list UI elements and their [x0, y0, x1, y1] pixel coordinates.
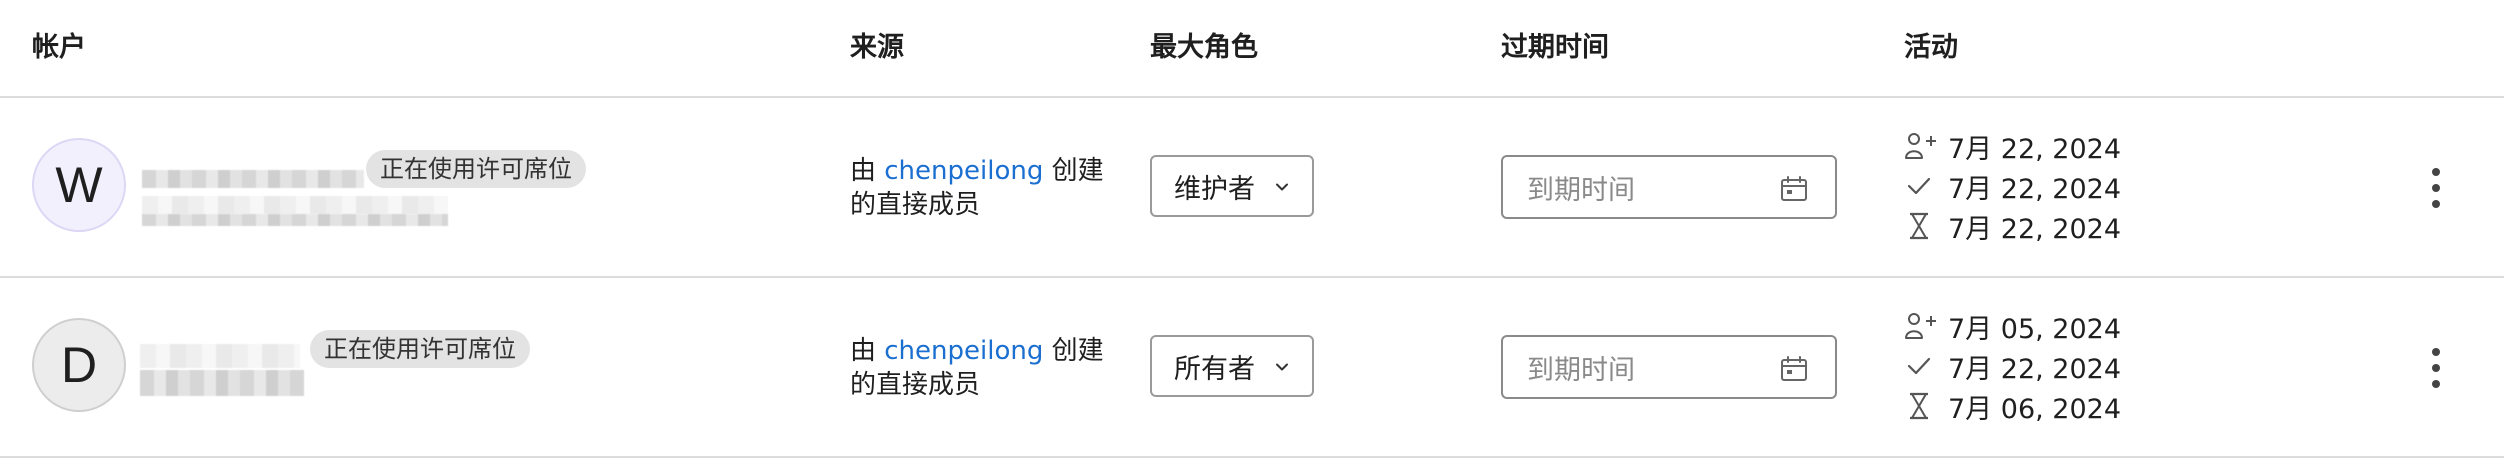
role-dropdown[interactable]: 所有者: [1150, 335, 1314, 397]
calendar-icon[interactable]: [1779, 354, 1809, 384]
license-seat-badge: 正在使用许可席位: [310, 330, 530, 368]
table-header: 帐户 来源 最大角色 过期时间 活动: [0, 0, 2504, 98]
activity-approved: 7月 22, 2024: [1904, 346, 2204, 386]
expiration-date-input[interactable]: 到期时间: [1501, 155, 1837, 219]
activity-list: 7月 22, 2024 7月 22, 2024 7月 22, 2024: [1904, 126, 2204, 246]
check-icon: [1907, 357, 1931, 375]
avatar[interactable]: W: [32, 138, 126, 232]
hourglass-icon: [1910, 392, 1928, 420]
source-text: 由 chenpeilong 创建的直接成员: [850, 154, 1110, 222]
activity-list: 7月 05, 2024 7月 22, 2024 7月 06, 2024: [1904, 306, 2204, 426]
more-vertical-icon: [2432, 168, 2440, 176]
redacted-email-underline: [142, 214, 448, 226]
expiration-date-input[interactable]: 到期时间: [1501, 335, 1837, 399]
redacted-email: [142, 196, 448, 214]
row-actions-button[interactable]: [2418, 162, 2454, 214]
license-seat-badge: 正在使用许可席位: [366, 150, 586, 188]
row-actions-button[interactable]: [2418, 342, 2454, 394]
header-account: 帐户: [32, 32, 86, 63]
activity-last-date: 7月 06, 2024: [1948, 393, 2121, 425]
source-prefix: 由: [850, 336, 885, 366]
activity-added: 7月 22, 2024: [1904, 126, 2204, 166]
members-table: 帐户 来源 最大角色 过期时间 活动 W 正在使用许可席位 由 chenpeil…: [0, 0, 2504, 458]
header-source: 来源: [850, 32, 904, 63]
role-value: 所有者: [1174, 353, 1255, 385]
header-max-role: 最大角色: [1150, 32, 1258, 63]
activity-added: 7月 05, 2024: [1904, 306, 2204, 346]
chevron-down-icon: [1276, 363, 1288, 371]
check-icon: [1907, 177, 1931, 195]
more-vertical-icon: [2432, 348, 2440, 356]
activity-last-date: 7月 22, 2024: [1948, 213, 2121, 245]
table-row: D 正在使用许可席位 由 chenpeilong 创建的直接成员 所有者 到期时…: [0, 278, 2504, 458]
source-text: 由 chenpeilong 创建的直接成员: [850, 334, 1110, 402]
redacted-username: [142, 170, 364, 188]
activity-added-date: 7月 22, 2024: [1948, 133, 2121, 165]
header-activity: 活动: [1904, 32, 1958, 63]
activity-added-date: 7月 05, 2024: [1948, 313, 2121, 345]
source-user-link[interactable]: chenpeilong: [884, 336, 1043, 366]
activity-approved: 7月 22, 2024: [1904, 166, 2204, 206]
redacted-username: [140, 344, 300, 368]
table-row: W 正在使用许可席位 由 chenpeilong 创建的直接成员 维护者 到期时…: [0, 98, 2504, 278]
expiration-placeholder: 到期时间: [1527, 354, 1635, 386]
calendar-icon[interactable]: [1779, 174, 1809, 204]
expiration-placeholder: 到期时间: [1527, 174, 1635, 206]
header-expiration: 过期时间: [1501, 32, 1609, 63]
role-value: 维护者: [1174, 173, 1255, 205]
hourglass-icon: [1910, 212, 1928, 240]
activity-approved-date: 7月 22, 2024: [1948, 173, 2121, 205]
activity-approved-date: 7月 22, 2024: [1948, 353, 2121, 385]
source-user-link[interactable]: chenpeilong: [884, 156, 1043, 186]
redacted-email: [140, 370, 304, 396]
source-prefix: 由: [850, 156, 885, 186]
activity-last: 7月 22, 2024: [1904, 206, 2204, 246]
user-add-icon: [1905, 133, 1936, 159]
activity-last: 7月 06, 2024: [1904, 386, 2204, 426]
user-add-icon: [1905, 313, 1936, 339]
role-dropdown[interactable]: 维护者: [1150, 155, 1314, 217]
avatar[interactable]: D: [32, 318, 126, 412]
chevron-down-icon: [1276, 183, 1288, 191]
